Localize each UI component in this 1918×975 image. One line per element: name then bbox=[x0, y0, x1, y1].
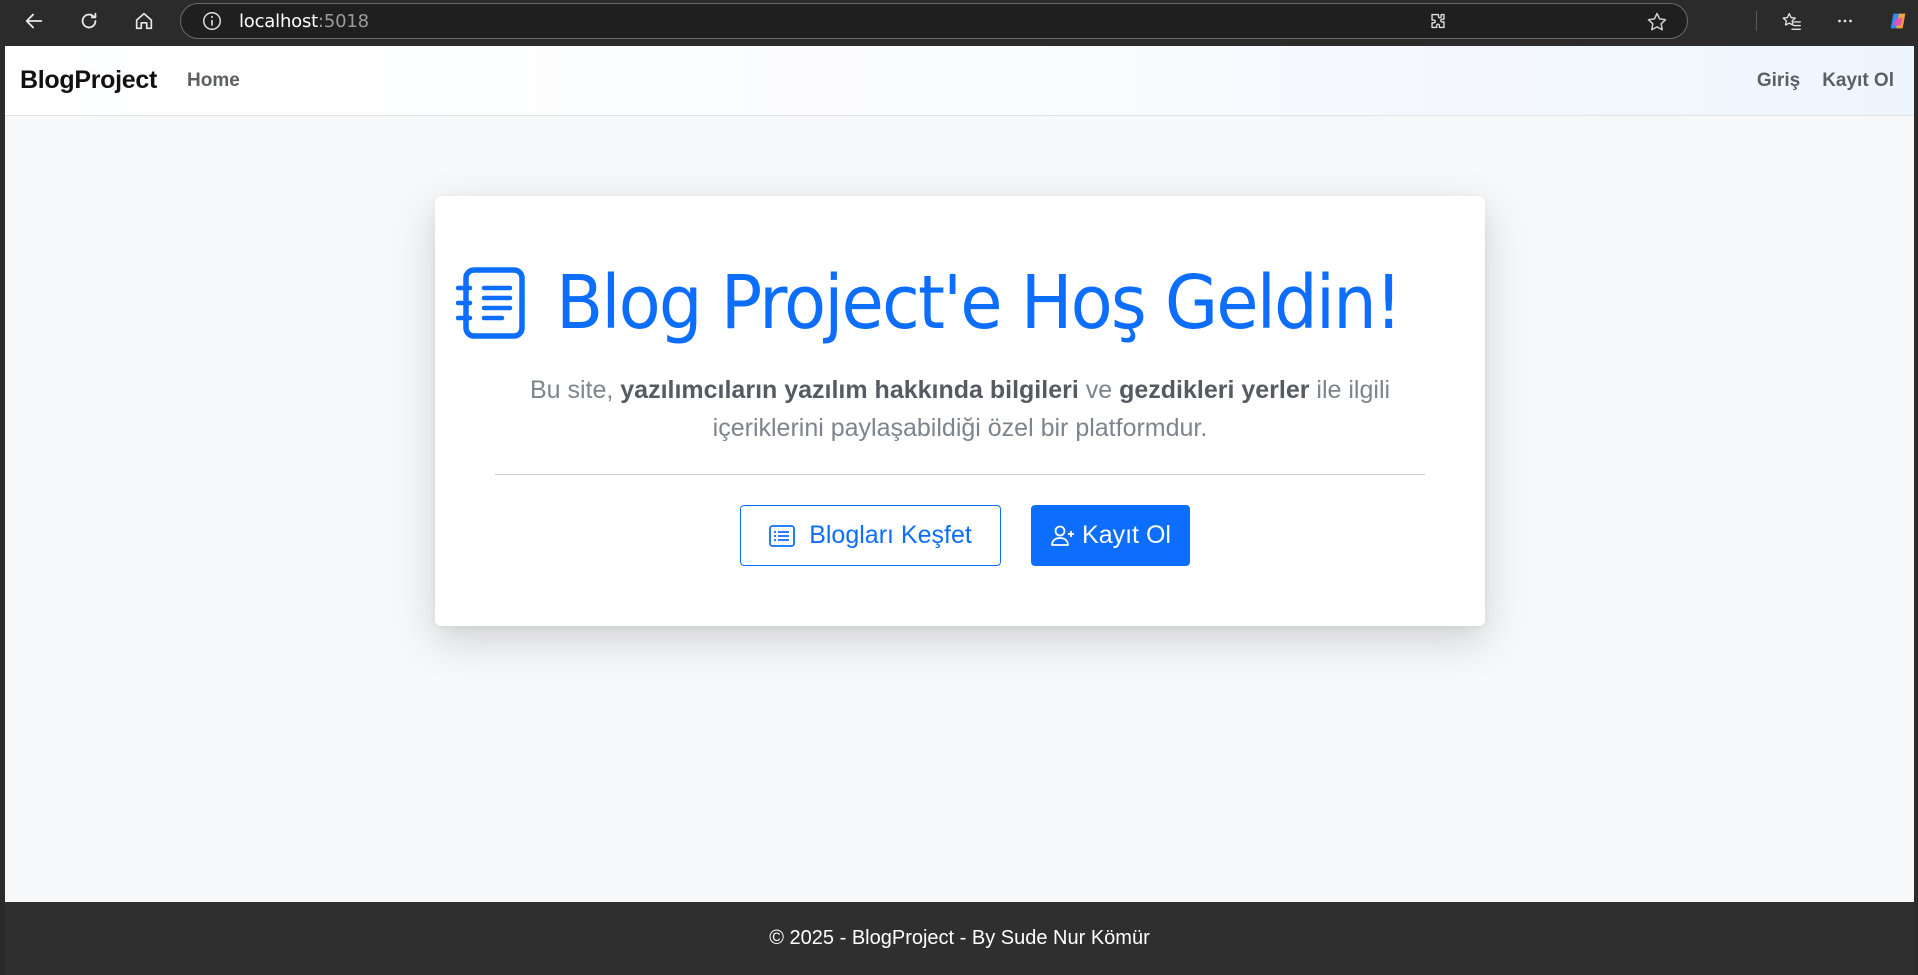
copilot-button[interactable] bbox=[1880, 3, 1916, 39]
browser-toolbar: localhost:5018 bbox=[0, 0, 1918, 42]
nav-link-login[interactable]: Giriş bbox=[1757, 70, 1800, 92]
journal-text-icon bbox=[455, 266, 526, 340]
more-menu-button[interactable] bbox=[1827, 3, 1863, 39]
hero-heading: Blog Project'e Hoş Geldin! bbox=[435, 258, 1485, 348]
extensions-button[interactable] bbox=[1420, 3, 1456, 39]
favorites-list-icon bbox=[1782, 12, 1801, 30]
site-navbar: BlogProject Home Giriş Kayıt Ol bbox=[5, 46, 1914, 116]
hero-card: Blog Project'e Hoş Geldin! Bu site, yazı… bbox=[435, 196, 1485, 626]
register-button[interactable]: Kayıt Ol bbox=[1031, 505, 1190, 566]
lead-highlight-software: yazılımcıların yazılım hakkında bilgiler… bbox=[620, 376, 1079, 404]
site-info-icon[interactable] bbox=[201, 10, 223, 32]
register-button-label: Kayıt Ol bbox=[1082, 521, 1171, 549]
site-footer: © 2025 - BlogProject - By Sude Nur Kömür bbox=[5, 902, 1914, 975]
footer-text: © 2025 - BlogProject - By Sude Nur Kömür bbox=[769, 927, 1150, 949]
copilot-icon bbox=[1890, 13, 1906, 29]
hero-title: Blog Project'e Hoş Geldin! bbox=[555, 260, 1402, 346]
puzzle-icon bbox=[1431, 13, 1445, 29]
url-host: localhost bbox=[239, 10, 318, 32]
reload-icon bbox=[81, 12, 97, 29]
favorite-star-icon[interactable] bbox=[1645, 10, 1669, 34]
list-icon bbox=[769, 524, 796, 547]
favorites-button[interactable] bbox=[1774, 3, 1810, 39]
home-icon bbox=[135, 12, 153, 30]
navbar-auth-links: Giriş Kayıt Ol bbox=[1757, 46, 1894, 116]
back-button[interactable] bbox=[16, 3, 52, 39]
home-button[interactable] bbox=[126, 3, 162, 39]
lead-text: Bu site, bbox=[529, 376, 621, 404]
hero-divider bbox=[495, 474, 1425, 475]
nav-link-register[interactable]: Kayıt Ol bbox=[1822, 70, 1894, 92]
back-arrow-icon bbox=[25, 13, 43, 29]
navbar-brand[interactable]: BlogProject bbox=[20, 66, 157, 95]
explore-blogs-label: Blogları Keşfet bbox=[809, 521, 972, 549]
reload-button[interactable] bbox=[71, 3, 107, 39]
lead-text: ve bbox=[1078, 376, 1120, 404]
hero-description: Bu site, yazılımcıların yazılım hakkında… bbox=[495, 371, 1425, 447]
explore-blogs-button[interactable]: Blogları Keşfet bbox=[740, 505, 1001, 566]
lead-highlight-places: gezdikleri yerler bbox=[1119, 376, 1310, 404]
url-port: :5018 bbox=[318, 10, 369, 32]
page-viewport: BlogProject Home Giriş Kayıt Ol Blog Pro… bbox=[5, 46, 1914, 975]
toolbar-separator bbox=[1756, 11, 1757, 31]
nav-link-home[interactable]: Home bbox=[187, 70, 240, 92]
more-dots-icon bbox=[1838, 19, 1852, 23]
person-plus-icon bbox=[1051, 525, 1075, 546]
address-bar[interactable]: localhost:5018 bbox=[180, 3, 1688, 39]
url-text: localhost:5018 bbox=[239, 11, 369, 32]
